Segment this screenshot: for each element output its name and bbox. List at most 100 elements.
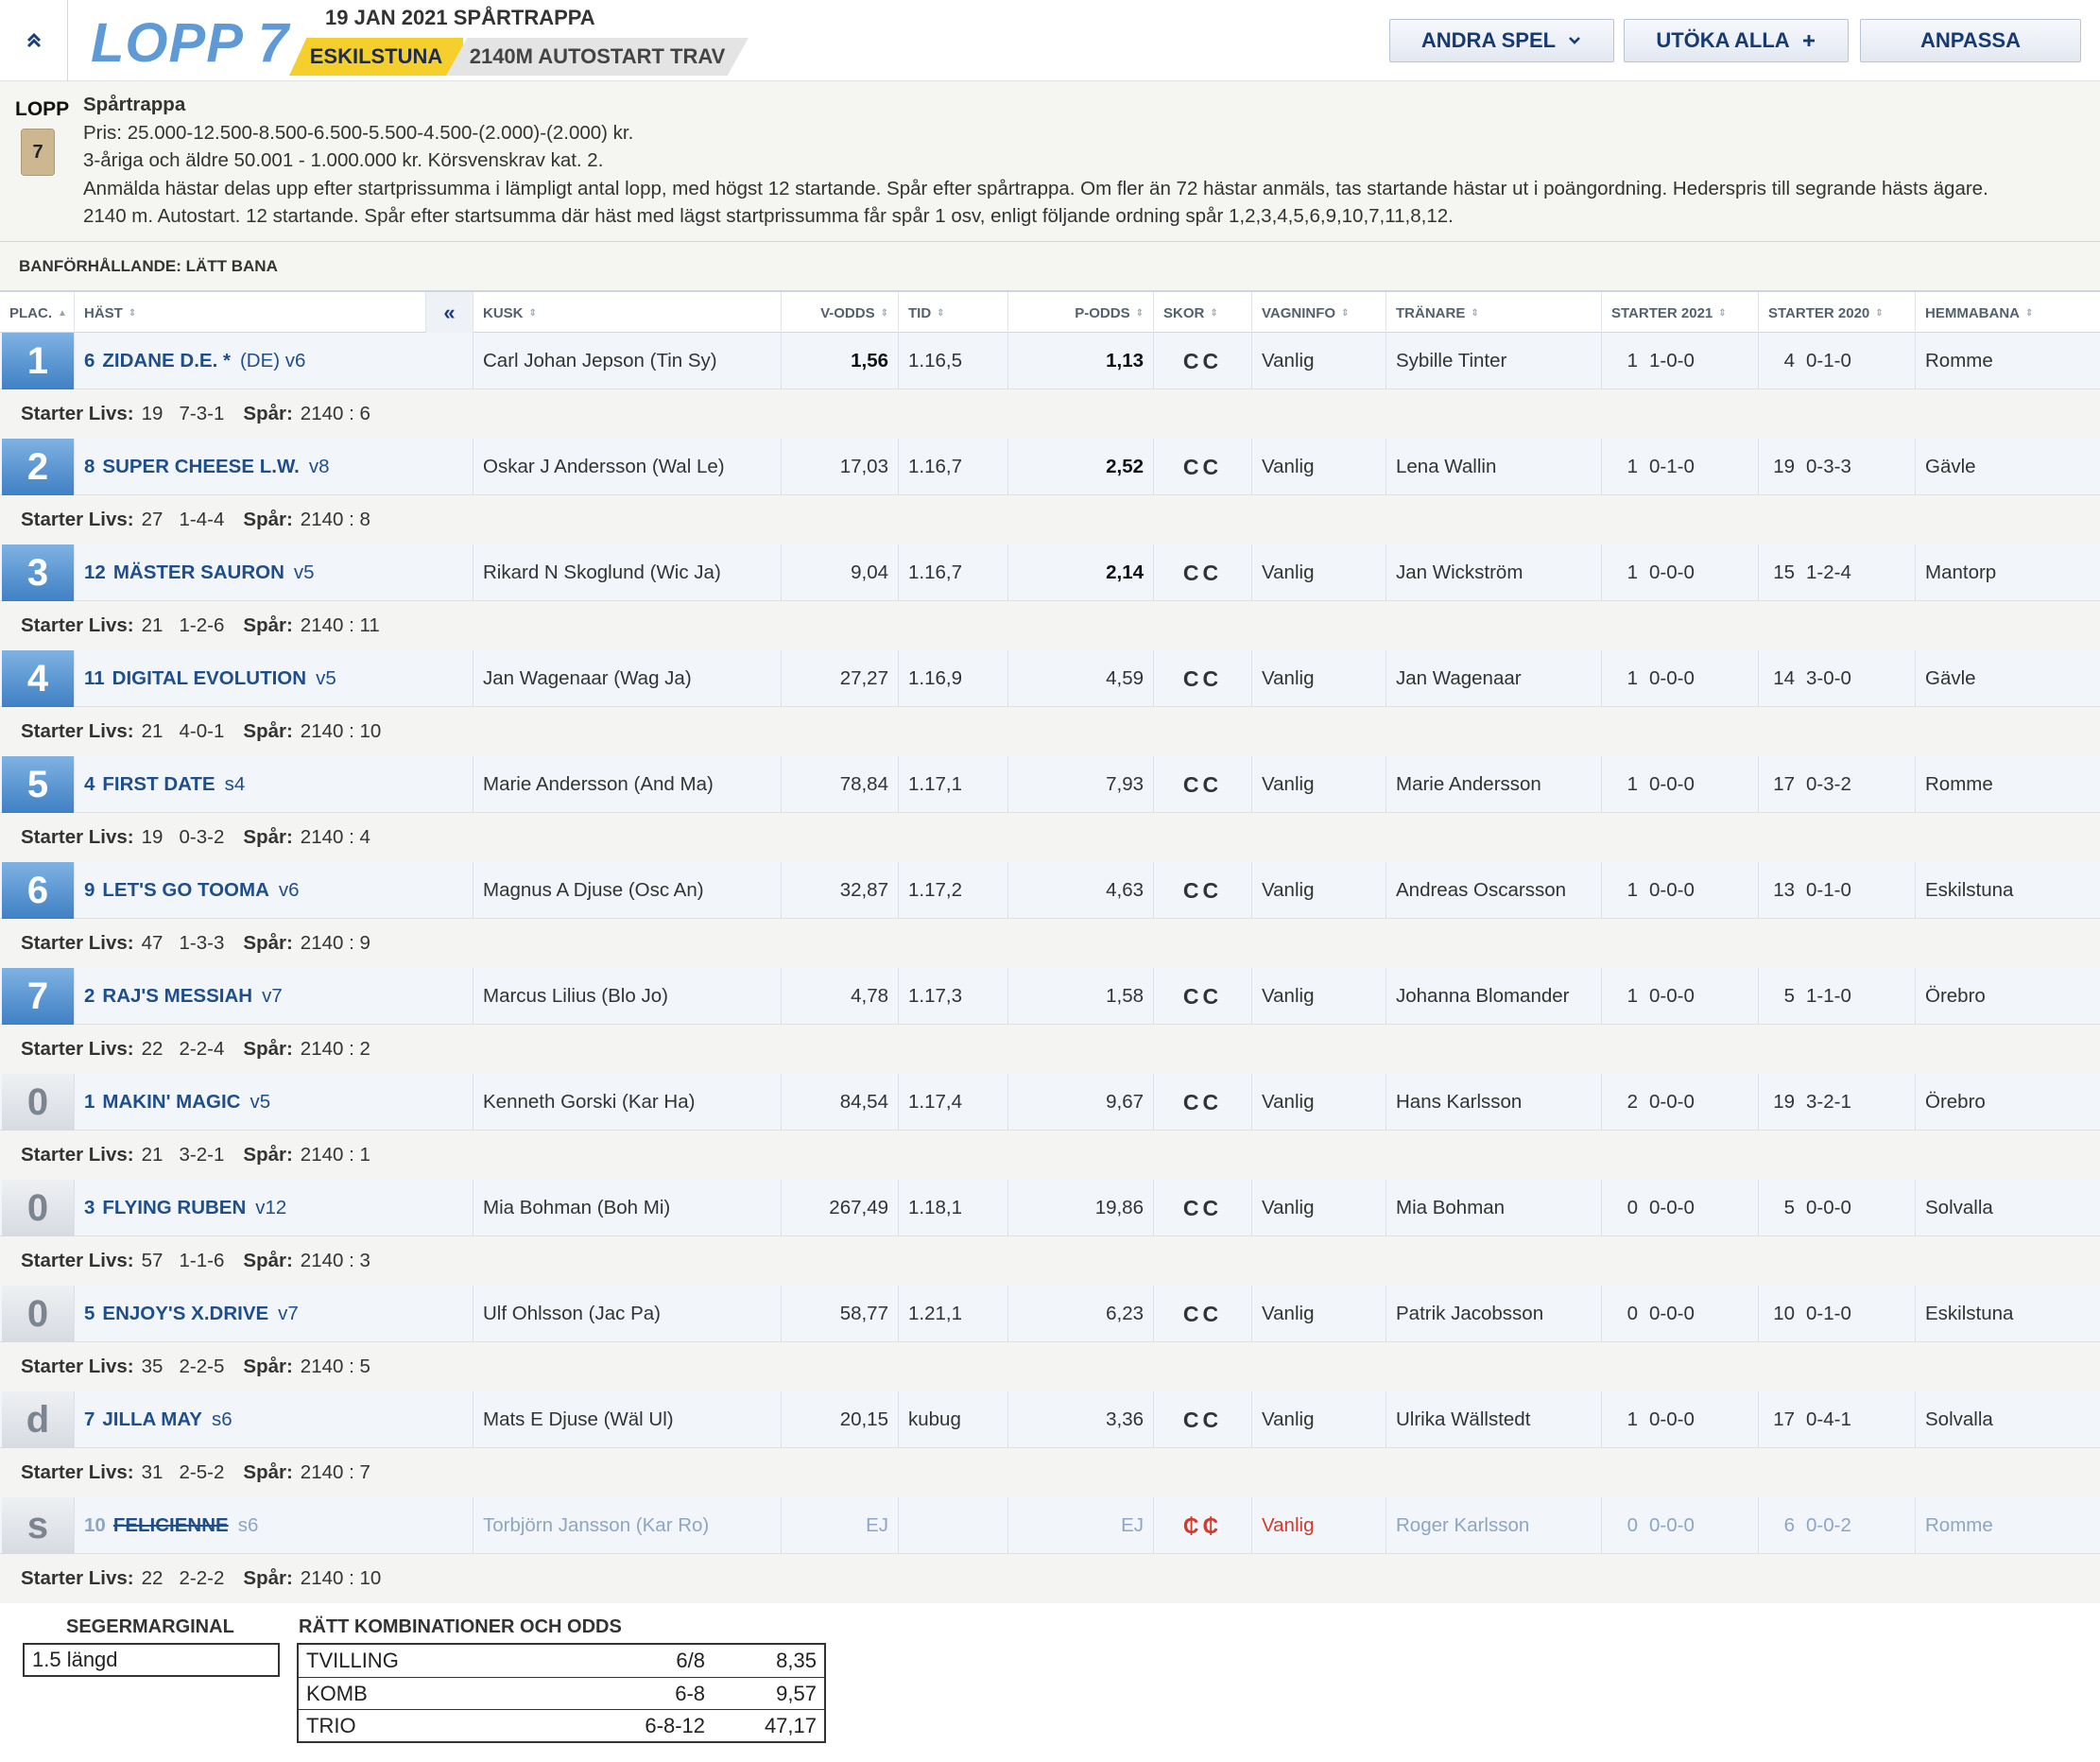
horse-name-link[interactable]: JILLA MAY [102, 1408, 202, 1431]
driver-cell[interactable]: Marie Andersson (And Ma) [473, 756, 781, 813]
result-row-main[interactable]: 2 8 SUPER CHEESE L.W. v8 Oskar J Anderss… [0, 439, 2100, 495]
result-row-main[interactable]: 1 6 ZIDANE D.E. * (DE) v6 Carl Johan Jep… [0, 333, 2100, 389]
col-tid[interactable]: TID ⇕ [898, 292, 1007, 334]
spar-label: Spår: [243, 509, 293, 530]
trainer-cell[interactable]: Sybille Tinter [1386, 333, 1601, 389]
spar-label: Spår: [243, 826, 293, 848]
driver-cell[interactable]: Jan Wagenaar (Wag Ja) [473, 650, 781, 707]
starts-2020-count: 19 [1773, 456, 1795, 477]
col-podds[interactable]: P-ODDS ⇕ [1007, 292, 1153, 334]
driver-cell[interactable]: Mats E Djuse (Wäl Ul) [473, 1391, 781, 1448]
result-row-main[interactable]: 0 1 MAKIN' MAGIC v5 Kenneth Gorski (Kar … [0, 1074, 2100, 1131]
home-track-cell: Romme [1915, 1497, 2100, 1554]
col-starter2020[interactable]: STARTER 2020 ⇕ [1758, 292, 1915, 334]
trainer-cell[interactable]: Johanna Blomander [1386, 968, 1601, 1025]
shoes-cell: CC [1153, 439, 1251, 495]
spar-value: 2140 : 11 [300, 614, 380, 636]
horse-cell[interactable]: 6 ZIDANE D.E. * (DE) v6 [74, 333, 473, 389]
result-row-main[interactable]: 3 12 MÄSTER SAURON v5 Rikard N Skoglund … [0, 544, 2100, 601]
horse-name-link[interactable]: RAJ'S MESSIAH [102, 985, 252, 1008]
trainer-cell[interactable]: Lena Wallin [1386, 439, 1601, 495]
driver-cell[interactable]: Oskar J Andersson (Wal Le) [473, 439, 781, 495]
col-kusk[interactable]: KUSK ⇕ [473, 292, 781, 334]
trainer-cell[interactable]: Hans Karlsson [1386, 1074, 1601, 1131]
trainer-cell[interactable]: Andreas Oscarsson [1386, 862, 1601, 919]
col-starter2021[interactable]: STARTER 2021 ⇕ [1601, 292, 1758, 334]
col-hemmabana[interactable]: HEMMABANA ⇕ [1915, 292, 2098, 334]
result-row-details: Starter Livs: 27 1-4-4 Spår: 2140 : 8 [0, 495, 2100, 544]
col-tranare[interactable]: TRÄNARE ⇕ [1386, 292, 1601, 334]
horse-name-link[interactable]: FLYING RUBEN [102, 1197, 246, 1219]
horse-cell[interactable]: 1 MAKIN' MAGIC v5 [74, 1074, 473, 1131]
horse-name-link[interactable]: DIGITAL EVOLUTION [112, 667, 306, 690]
driver-cell[interactable]: Ulf Ohlsson (Jac Pa) [473, 1286, 781, 1342]
result-row-details: Starter Livs: 21 4-0-1 Spår: 2140 : 10 [0, 707, 2100, 756]
horse-cell[interactable]: 9 LET'S GO TOOMA v6 [74, 862, 473, 919]
starts-2020-record: 0-1-0 [1806, 350, 1851, 371]
horse-name-link[interactable]: LET'S GO TOOMA [102, 879, 268, 902]
sort-icon: ⇕ [880, 307, 888, 319]
horse-cell[interactable]: 8 SUPER CHEESE L.W. v8 [74, 439, 473, 495]
horse-number: 4 [84, 773, 95, 795]
result-row: 7 2 RAJ'S MESSIAH v7 Marcus Lilius (Blo … [0, 968, 2100, 1074]
starts-2021-record: 0-0-0 [1649, 879, 1695, 901]
spar-label: Spår: [243, 1144, 293, 1166]
driver-cell[interactable]: Rikard N Skoglund (Wic Ja) [473, 544, 781, 601]
col-hast[interactable]: HÄST ⇕ [74, 292, 425, 334]
utoka-alla-button[interactable]: UTÖKA ALLA [1624, 19, 1849, 62]
horse-cell[interactable]: 5 ENJOY'S X.DRIVE v7 [74, 1286, 473, 1342]
spar-value: 2140 : 10 [300, 1567, 382, 1589]
horse-cell[interactable]: 10 FELICIENNE s6 [74, 1497, 473, 1554]
driver-cell[interactable]: Marcus Lilius (Blo Jo) [473, 968, 781, 1025]
result-row-main[interactable]: d 7 JILLA MAY s6 Mats E Djuse (Wäl Ul) 2… [0, 1391, 2100, 1448]
driver-cell[interactable]: Carl Johan Jepson (Tin Sy) [473, 333, 781, 389]
collapse-columns-icon[interactable]: « [425, 292, 473, 334]
placement-badge: s [2, 1497, 74, 1554]
driver-cell[interactable]: Torbjörn Jansson (Kar Ro) [473, 1497, 781, 1554]
result-row-main[interactable]: 6 9 LET'S GO TOOMA v6 Magnus A Djuse (Os… [0, 862, 2100, 919]
driver-cell[interactable]: Mia Bohman (Boh Mi) [473, 1180, 781, 1236]
result-row-main[interactable]: 7 2 RAJ'S MESSIAH v7 Marcus Lilius (Blo … [0, 968, 2100, 1025]
result-row-main[interactable]: s 10 FELICIENNE s6 Torbjörn Jansson (Kar… [0, 1497, 2100, 1554]
horse-cell[interactable]: 11 DIGITAL EVOLUTION v5 [74, 650, 473, 707]
sort-icon: ⇕ [128, 307, 137, 319]
starts-2020-cell: 13 0-1-0 [1758, 862, 1915, 919]
horse-name-link[interactable]: SUPER CHEESE L.W. [102, 456, 299, 478]
result-row-details: Starter Livs: 21 1-2-6 Spår: 2140 : 11 [0, 601, 2100, 650]
starter-livs-label: Starter Livs: [21, 1356, 134, 1377]
trainer-cell[interactable]: Jan Wagenaar [1386, 650, 1601, 707]
col-vodds[interactable]: V-ODDS ⇕ [781, 292, 898, 334]
trainer-cell[interactable]: Jan Wickström [1386, 544, 1601, 601]
horse-cell[interactable]: 7 JILLA MAY s6 [74, 1391, 473, 1448]
col-plac[interactable]: PLAC. ▲ [0, 292, 74, 334]
horse-name-link[interactable]: MAKIN' MAGIC [102, 1091, 240, 1114]
trainer-cell[interactable]: Mia Bohman [1386, 1180, 1601, 1236]
result-row-main[interactable]: 0 5 ENJOY'S X.DRIVE v7 Ulf Ohlsson (Jac … [0, 1286, 2100, 1342]
driver-cell[interactable]: Kenneth Gorski (Kar Ha) [473, 1074, 781, 1131]
horse-name-link[interactable]: FELICIENNE [113, 1514, 229, 1537]
col-vagninfo[interactable]: VAGNINFO ⇕ [1251, 292, 1386, 334]
horse-name-link[interactable]: MÄSTER SAURON [113, 561, 284, 584]
horse-name-link[interactable]: ZIDANE D.E. * [102, 350, 231, 372]
horse-cell[interactable]: 12 MÄSTER SAURON v5 [74, 544, 473, 601]
horse-cell[interactable]: 2 RAJ'S MESSIAH v7 [74, 968, 473, 1025]
horse-cell[interactable]: 3 FLYING RUBEN v12 [74, 1180, 473, 1236]
horse-name-link[interactable]: FIRST DATE [102, 773, 215, 796]
andra-spel-button[interactable]: ANDRA SPEL [1389, 19, 1614, 62]
result-row: 0 1 MAKIN' MAGIC v5 Kenneth Gorski (Kar … [0, 1074, 2100, 1180]
collapse-double-chevron-icon[interactable] [0, 0, 68, 81]
home-track-cell: Solvalla [1915, 1180, 2100, 1236]
col-skor[interactable]: SKOR ⇕ [1153, 292, 1251, 334]
trainer-cell[interactable]: Roger Karlsson [1386, 1497, 1601, 1554]
horse-cell[interactable]: 4 FIRST DATE s4 [74, 756, 473, 813]
trainer-cell[interactable]: Ulrika Wällstedt [1386, 1391, 1601, 1448]
starts-2021-count: 0 [1627, 1514, 1638, 1536]
trainer-cell[interactable]: Marie Andersson [1386, 756, 1601, 813]
result-row-main[interactable]: 4 11 DIGITAL EVOLUTION v5 Jan Wagenaar (… [0, 650, 2100, 707]
horse-name-link[interactable]: ENJOY'S X.DRIVE [102, 1303, 268, 1325]
result-row-main[interactable]: 5 4 FIRST DATE s4 Marie Andersson (And M… [0, 756, 2100, 813]
trainer-cell[interactable]: Patrik Jacobsson [1386, 1286, 1601, 1342]
anpassa-button[interactable]: ANPASSA [1860, 19, 2081, 62]
result-row-main[interactable]: 0 3 FLYING RUBEN v12 Mia Bohman (Boh Mi)… [0, 1180, 2100, 1236]
driver-cell[interactable]: Magnus A Djuse (Osc An) [473, 862, 781, 919]
